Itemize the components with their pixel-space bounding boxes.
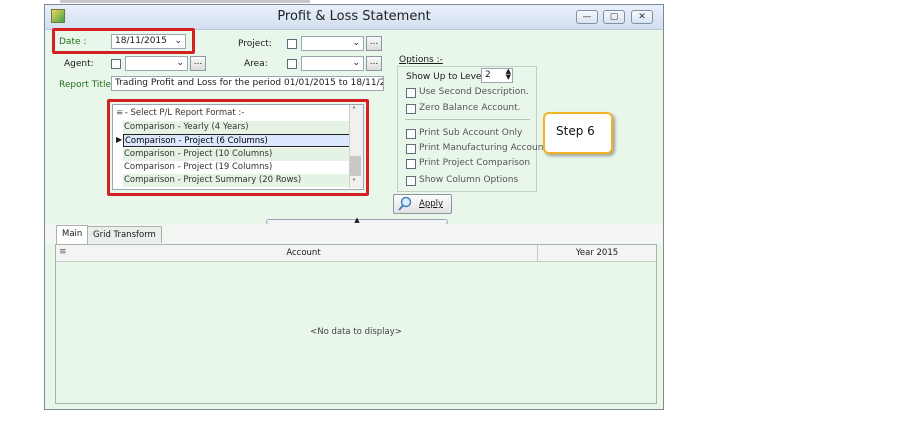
- window-title: Profit & Loss Statement: [277, 9, 431, 24]
- agent-label: Agent:: [64, 59, 94, 69]
- collapse-up-icon[interactable]: ▲: [354, 216, 359, 224]
- agent-checkbox[interactable]: [111, 59, 121, 69]
- chevron-down-icon: ⌄: [352, 58, 360, 68]
- chevron-down-icon: ⌄: [176, 58, 184, 68]
- date-highlight-box: [52, 28, 195, 54]
- step-callout: Step 6: [543, 112, 613, 154]
- show-level-label: Show Up to Level: [406, 72, 484, 82]
- agent-dropdown[interactable]: ⌄: [125, 56, 188, 71]
- checkbox[interactable]: [406, 104, 416, 114]
- area-dropdown[interactable]: ⌄: [301, 56, 364, 71]
- tab-grid-transform[interactable]: Grid Transform: [87, 226, 162, 243]
- agent-lookup-button[interactable]: ...: [190, 56, 206, 71]
- checkbox[interactable]: [406, 129, 416, 139]
- project-checkbox[interactable]: [287, 39, 297, 49]
- report-title-input[interactable]: Trading Profit and Loss for the period 0…: [111, 76, 384, 91]
- checkbox[interactable]: [406, 159, 416, 169]
- area-label: Area:: [244, 59, 268, 69]
- show-level-spinner[interactable]: 2 ▲ ▼: [481, 68, 513, 83]
- grid-menu-icon[interactable]: ≡: [59, 247, 67, 257]
- tab-main[interactable]: Main: [56, 225, 89, 244]
- empty-grid-message: <No data to display>: [310, 327, 402, 337]
- apply-label: Apply: [419, 199, 443, 209]
- column-header-year[interactable]: Year 2015: [538, 245, 656, 261]
- project-label: Project:: [238, 39, 272, 49]
- results-grid: [55, 244, 657, 404]
- options-divider: [405, 119, 530, 120]
- project-dropdown[interactable]: ⌄: [301, 36, 364, 51]
- project-lookup-button[interactable]: ...: [366, 36, 382, 51]
- checkbox[interactable]: [406, 88, 416, 98]
- checkbox[interactable]: [406, 144, 416, 154]
- column-header-account[interactable]: Account: [70, 245, 537, 261]
- magnifier-icon: [398, 196, 412, 211]
- apply-button[interactable]: Apply: [393, 194, 452, 214]
- chevron-down-icon: ⌄: [352, 38, 360, 48]
- checkbox[interactable]: [406, 176, 416, 186]
- report-title-label: Report Title :: [59, 80, 117, 90]
- spinner-arrows-icon[interactable]: ▲ ▼: [506, 69, 511, 81]
- options-title: Options :-: [399, 55, 443, 65]
- maximize-button[interactable]: ▢: [603, 10, 625, 24]
- area-lookup-button[interactable]: ...: [366, 56, 382, 71]
- background-strip: [60, 0, 310, 3]
- format-highlight-box: [107, 99, 369, 196]
- minimize-button[interactable]: —: [576, 10, 598, 24]
- close-button[interactable]: ✕: [631, 10, 653, 24]
- area-checkbox[interactable]: [287, 59, 297, 69]
